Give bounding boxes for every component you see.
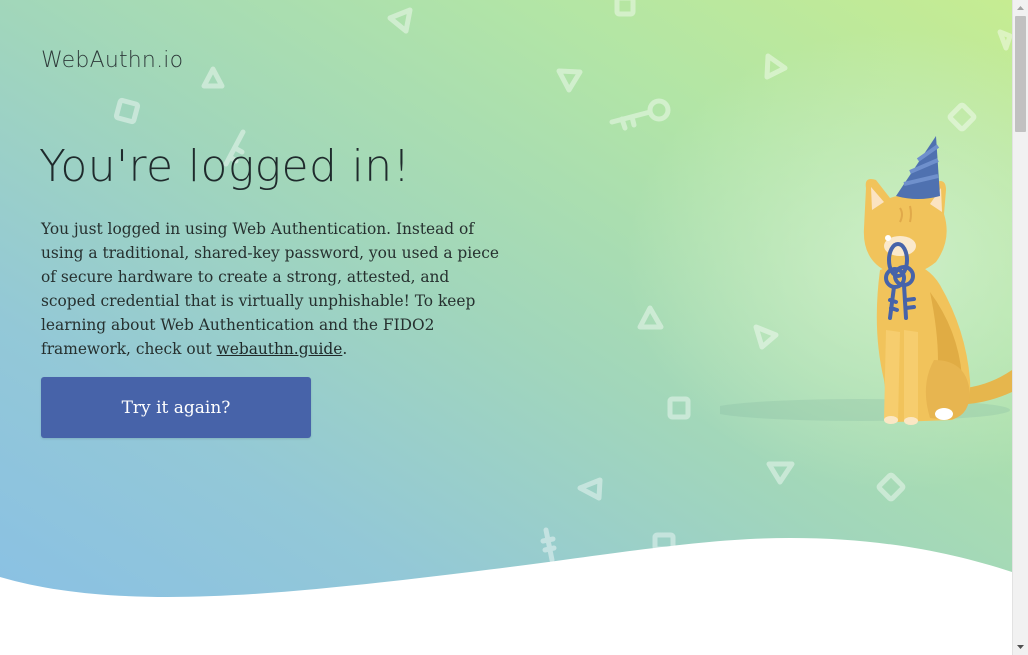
description-paragraph: You just logged in using Web Authenticat… [41,217,503,361]
scroll-up-arrow-icon[interactable] [1013,1,1028,15]
scrollbar-thumb[interactable] [1015,16,1026,132]
brand-logo[interactable]: WebAuthn.io [41,48,183,73]
try-again-button[interactable]: Try it again? [41,377,311,438]
webauthn-page: WebAuthn.io You're logged in! You just l… [0,0,1028,655]
scroll-down-arrow-icon[interactable] [1013,640,1028,654]
vertical-scrollbar[interactable] [1012,0,1028,655]
description-text: You just logged in using Web Authenticat… [41,220,500,358]
description-trailing: . [342,340,348,358]
webauthn-guide-link[interactable]: webauthn.guide [217,340,343,358]
page-title: You're logged in! [39,141,411,192]
hero-background: WebAuthn.io You're logged in! You just l… [0,0,1012,655]
